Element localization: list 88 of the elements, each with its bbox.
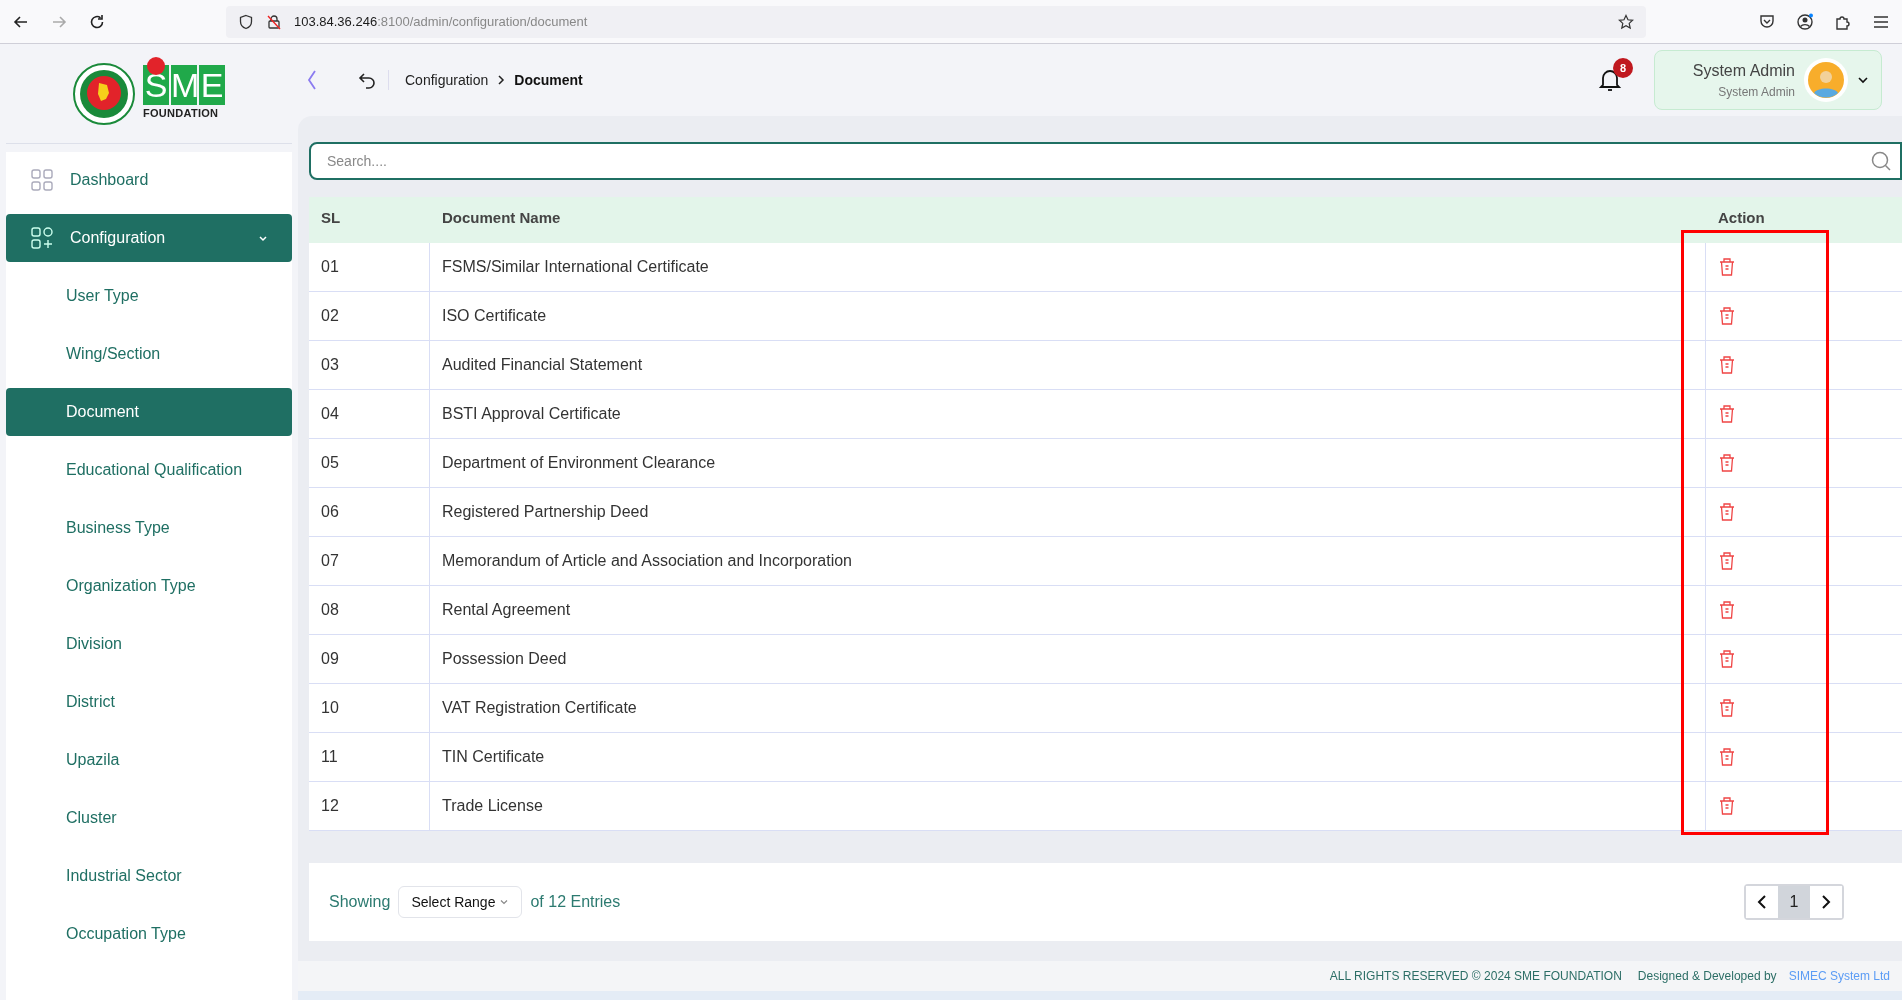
- table-cell: 03: [309, 341, 430, 389]
- logo-subtext: FOUNDATION: [143, 106, 219, 122]
- account-icon[interactable]: [1796, 12, 1814, 31]
- sidebar-subitem[interactable]: Wing/Section: [6, 330, 292, 378]
- trash-icon[interactable]: [1718, 306, 1736, 326]
- credit-text: Designed & Developed by: [1637, 968, 1777, 985]
- pocket-icon[interactable]: [1758, 12, 1776, 31]
- column-header: SL: [320, 207, 342, 228]
- grid-icon: [30, 168, 54, 192]
- breadcrumb-current: Document: [514, 70, 583, 90]
- url-text: 103.84.36.246:8100/admin/configuration/document: [294, 12, 589, 31]
- trash-icon[interactable]: [1718, 600, 1736, 620]
- page-button[interactable]: 1: [1778, 886, 1810, 918]
- trash-icon[interactable]: [1718, 404, 1736, 424]
- shield-icon: [238, 13, 254, 30]
- sidebar-subitem[interactable]: User Type: [6, 272, 292, 320]
- sidebar-subitem[interactable]: Document: [6, 388, 292, 436]
- table-cell: TIN Certificate: [430, 733, 1706, 781]
- address-bar[interactable]: 103.84.36.246:8100/admin/configuration/document: [226, 5, 1646, 38]
- sidebar-subitem[interactable]: Cluster: [6, 794, 292, 842]
- avatar-icon: [1803, 57, 1849, 103]
- column-header: Action: [1717, 207, 1766, 228]
- copyright-text: ALL RIGHTS RESERVED © 2024 SME FOUNDATION: [1329, 968, 1622, 985]
- table-cell: 01: [309, 243, 430, 291]
- trash-icon[interactable]: [1718, 355, 1736, 375]
- undo-icon[interactable]: [358, 71, 376, 89]
- sidebar-subitem[interactable]: Upazila: [6, 736, 292, 784]
- sidebar-subitem[interactable]: Occupation Type: [6, 910, 292, 958]
- table-cell: 05: [309, 439, 430, 487]
- table-cell: Memorandum of Article and Association and Incorporation: [430, 537, 1706, 585]
- trash-icon[interactable]: [1718, 649, 1736, 669]
- chevron-down-icon: [1857, 74, 1869, 86]
- table-cell: Registered Partnership Deed: [430, 488, 1706, 536]
- table-cell: 06: [309, 488, 430, 536]
- table-cell: 08: [309, 586, 430, 634]
- table-cell: Trade License: [430, 782, 1706, 830]
- trash-icon[interactable]: [1718, 747, 1736, 767]
- trash-icon[interactable]: [1718, 453, 1736, 473]
- chevron-right-icon: [496, 74, 507, 86]
- table-cell: 02: [309, 292, 430, 340]
- trash-icon[interactable]: [1718, 698, 1736, 718]
- table-cell: 04: [309, 390, 430, 438]
- notification-badge: 8: [1613, 58, 1633, 78]
- table-cell: 12: [309, 782, 430, 830]
- bell-icon[interactable]: [1598, 67, 1622, 93]
- table-cell: BSTI Approval Certificate: [430, 390, 1706, 438]
- table-cell: Audited Financial Statement: [430, 341, 1706, 389]
- table-cell: Rental Agreement: [430, 586, 1706, 634]
- trash-icon[interactable]: [1718, 257, 1736, 277]
- column-header: Document Name: [441, 207, 562, 228]
- sidebar-item[interactable]: Dashboard: [6, 156, 292, 204]
- collapse-chevron-icon[interactable]: [306, 69, 318, 91]
- user-name: System Admin: [1692, 61, 1795, 81]
- trash-icon[interactable]: [1718, 551, 1736, 571]
- trash-icon[interactable]: [1718, 796, 1736, 816]
- trash-icon[interactable]: [1718, 502, 1736, 522]
- sidebar-subitem[interactable]: Industrial Sector: [6, 852, 292, 900]
- sidebar-subitem[interactable]: Organization Type: [6, 562, 292, 610]
- table-cell: VAT Registration Certificate: [430, 684, 1706, 732]
- range-dropdown[interactable]: Select Range: [398, 886, 523, 918]
- table-cell: 09: [309, 635, 430, 683]
- sidebar-subitem[interactable]: District: [6, 678, 292, 726]
- star-icon[interactable]: [1618, 13, 1634, 30]
- sidebar-item[interactable]: Configuration: [6, 214, 292, 262]
- user-role: System Admin: [1718, 84, 1795, 101]
- sidebar-subitem[interactable]: Business Type: [6, 504, 292, 552]
- shapes-icon: [30, 226, 54, 250]
- search-field[interactable]: Search....: [309, 142, 1902, 180]
- emblem-icon: [73, 62, 135, 125]
- search-icon[interactable]: [1870, 150, 1892, 172]
- entries-label: of 12 Entries: [530, 892, 621, 912]
- reload-icon[interactable]: [88, 12, 106, 31]
- sidebar-subitem[interactable]: Educational Qualification: [6, 446, 292, 494]
- table-cell: 10: [309, 684, 430, 732]
- broken-lock-icon: [266, 13, 282, 30]
- table-cell: 07: [309, 537, 430, 585]
- chevron-down-icon: [499, 897, 510, 907]
- sidebar-subitem[interactable]: Division: [6, 620, 292, 668]
- table-cell: 11: [309, 733, 430, 781]
- table-cell: FSMS/Similar International Certificate: [430, 243, 1706, 291]
- table-cell: Department of Environment Clearance: [430, 439, 1706, 487]
- user-menu[interactable]: System Admin System Admin: [1654, 50, 1882, 110]
- breadcrumb-link[interactable]: Configuration: [405, 69, 489, 91]
- logo-text: SME: [143, 65, 225, 106]
- showing-label: Showing: [329, 892, 391, 912]
- caret-icon: [258, 233, 268, 243]
- table-cell: Possession Deed: [430, 635, 1706, 683]
- table-cell: ISO Certificate: [430, 292, 1706, 340]
